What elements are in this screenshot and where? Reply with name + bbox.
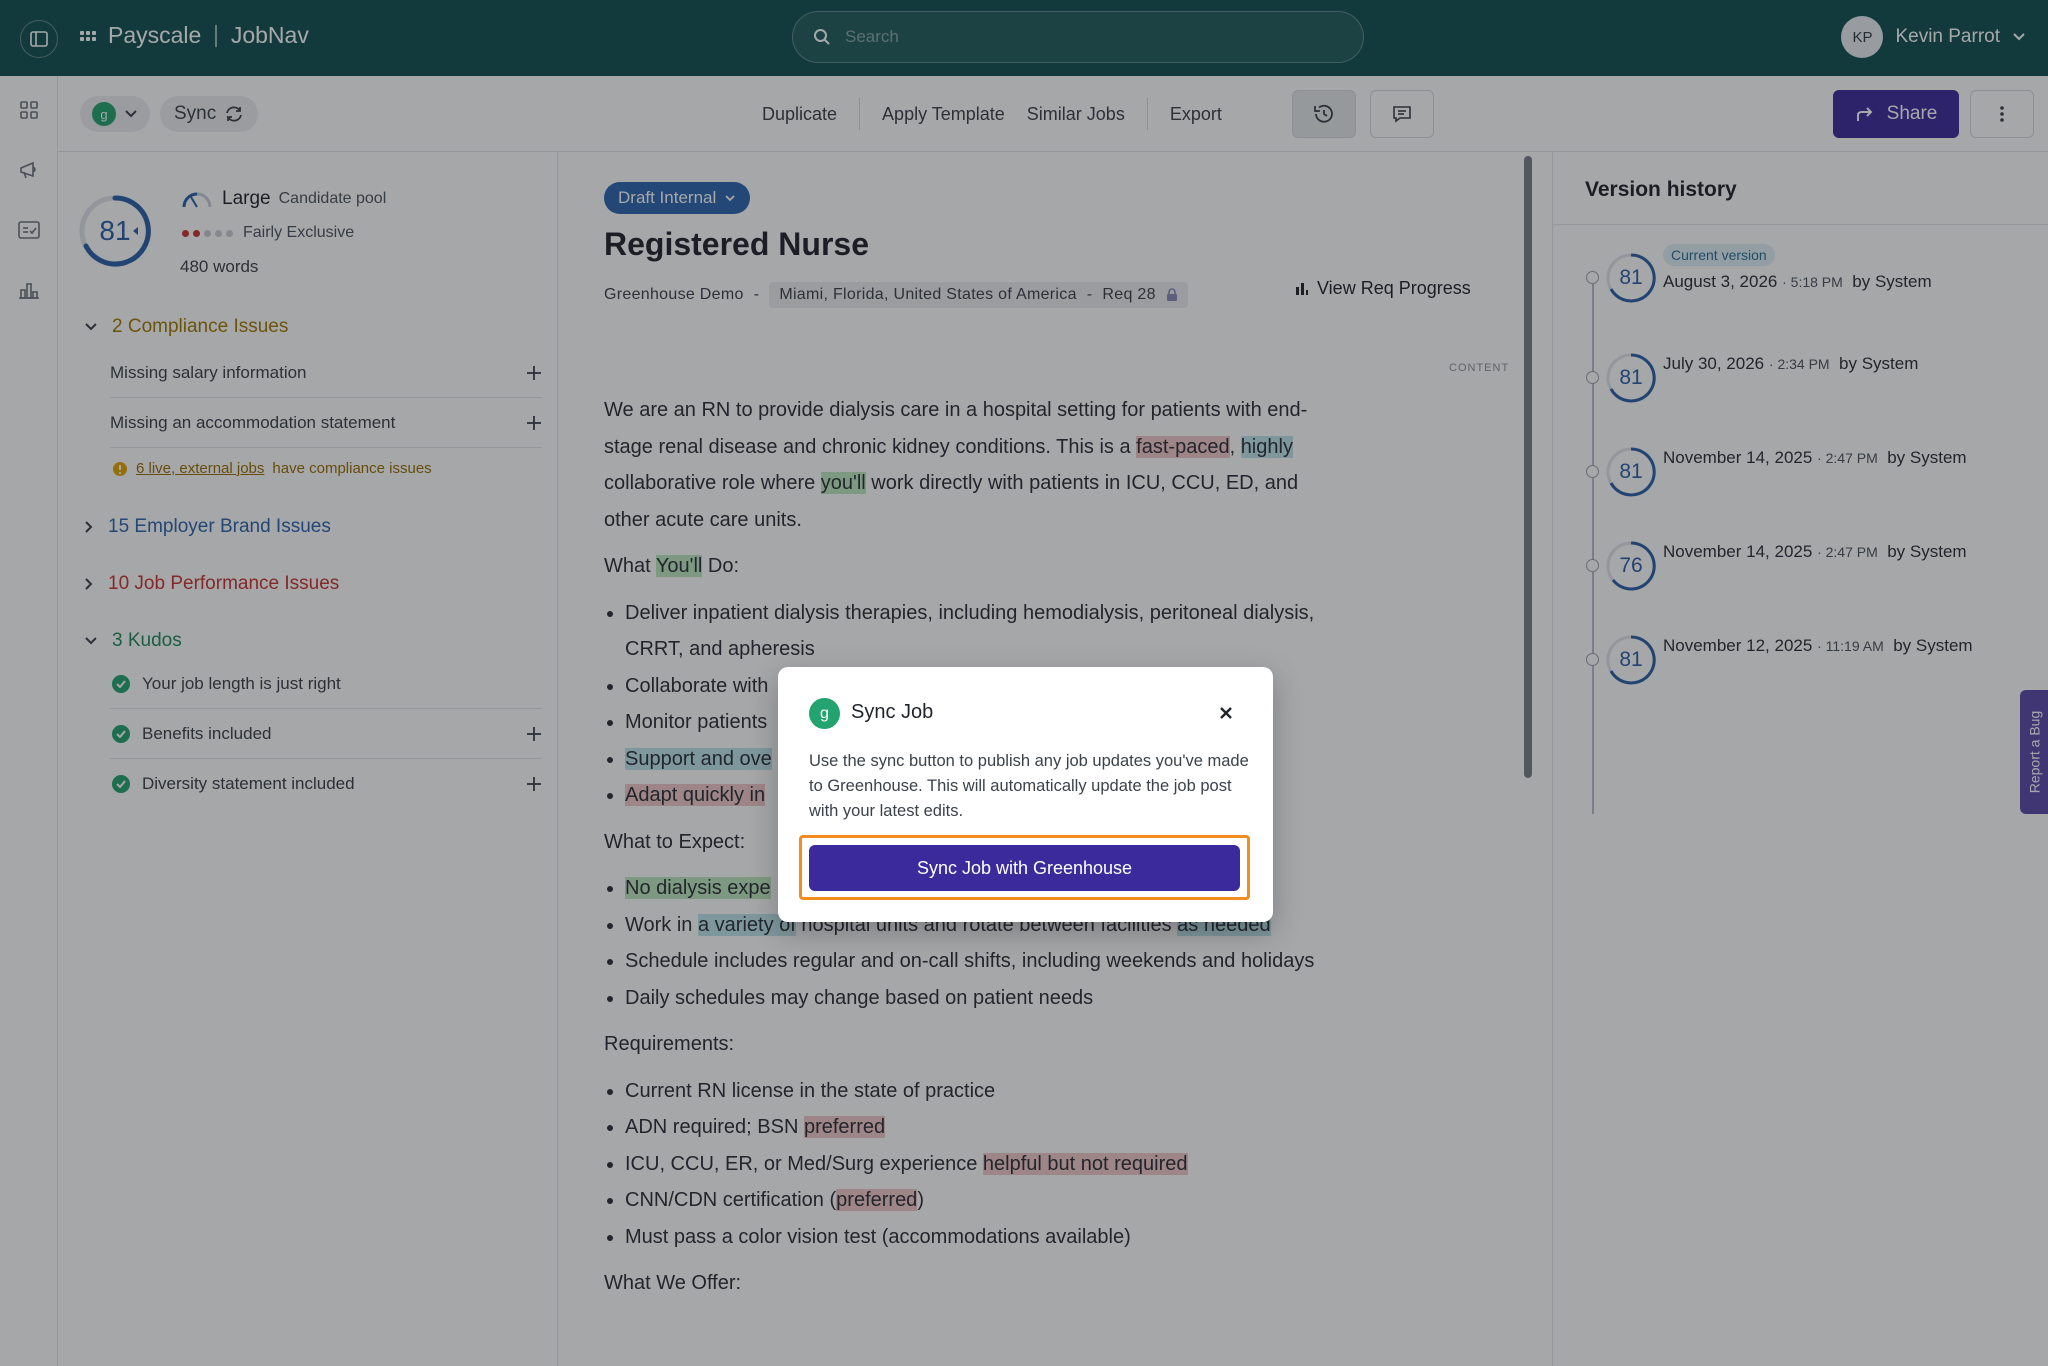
sync-job-with-greenhouse-button[interactable]: Sync Job with Greenhouse [809,845,1240,891]
dialog-description: Use the sync button to publish any job u… [809,752,1249,820]
close-icon[interactable] [1212,699,1240,727]
sync-job-dialog: g Sync Job Use the sync button to publis… [778,667,1273,922]
greenhouse-icon: g [809,698,840,729]
dialog-title: Sync Job [851,701,934,723]
